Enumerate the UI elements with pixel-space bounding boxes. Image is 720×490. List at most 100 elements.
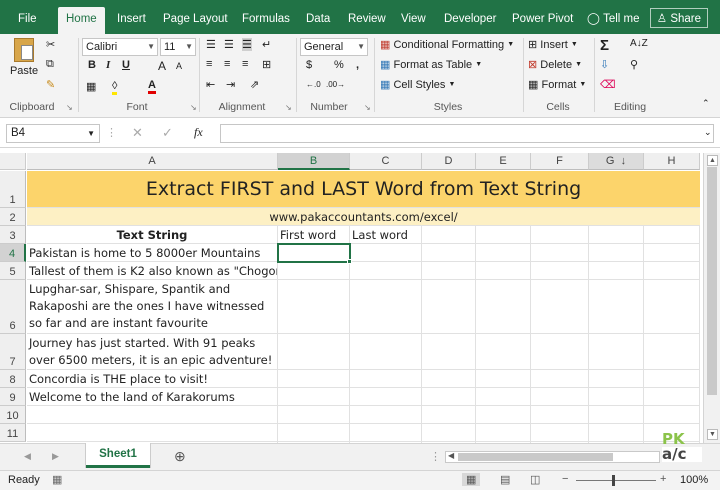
scroll-left-icon[interactable]: ◀ — [448, 451, 454, 460]
decrease-decimal-icon[interactable]: .00→ — [326, 80, 345, 89]
cell-styles-button[interactable]: ▦ Cell Styles ▼ — [380, 78, 455, 92]
insert-function-icon[interactable]: fx — [194, 125, 203, 140]
text-string-cell[interactable]: Tallest of them is K2 also known as "Cho… — [27, 262, 278, 280]
row-header-5[interactable]: 5 — [0, 262, 26, 280]
sheet-tab-sheet1[interactable]: Sheet1 — [86, 443, 150, 468]
row-header-9[interactable]: 9 — [0, 388, 26, 406]
copy-icon[interactable]: ⧉ — [46, 58, 54, 71]
prev-sheet-icon[interactable]: ◀ — [24, 451, 31, 462]
text-string-cell[interactable]: Lupghar-sar, Shispare, Spantik and Rakap… — [27, 280, 278, 334]
bold-button[interactable]: B — [88, 59, 96, 71]
find-select-icon[interactable]: ⚲ — [630, 58, 638, 71]
zoom-slider[interactable] — [576, 480, 656, 481]
number-launcher-icon[interactable]: ↘ — [364, 103, 371, 112]
tab-power-pivot[interactable]: Power Pivot — [512, 8, 573, 34]
text-string-cell[interactable]: Welcome to the land of Karakorums — [27, 388, 278, 406]
tab-home[interactable]: Home — [58, 7, 105, 34]
tab-developer[interactable]: Developer — [444, 8, 496, 34]
percent-button[interactable]: % — [334, 59, 344, 71]
format-as-table-button[interactable]: ▦ Format as Table ▼ — [380, 58, 482, 72]
increase-decimal-icon[interactable]: ←.0 — [306, 80, 321, 89]
insert-cells-button[interactable]: ⊞ Insert ▼ — [528, 38, 578, 52]
font-color-icon[interactable]: A — [148, 79, 156, 94]
share-button[interactable]: ♙ Share — [649, 8, 708, 28]
expand-formula-icon[interactable]: ⌄ — [704, 127, 712, 138]
fill-color-icon[interactable]: ◊ — [112, 80, 118, 95]
font-size-dropdown[interactable]: 11 ▼ — [160, 38, 196, 56]
column-header-b[interactable]: B — [278, 153, 350, 170]
header-text-string[interactable]: Text String — [27, 226, 278, 244]
worksheet-grid[interactable]: A B C D E F G ↓ H 1 2 3 4 5 6 7 8 9 10 1… — [0, 153, 702, 443]
row-header-6[interactable]: 6 — [0, 280, 26, 334]
tab-review[interactable]: Review — [348, 8, 386, 34]
horizontal-scroll-thumb[interactable] — [458, 453, 613, 461]
zoom-out-icon[interactable]: − — [562, 473, 568, 485]
comma-button[interactable]: , — [356, 59, 359, 71]
tell-me-search[interactable]: ◯︎ Tell me — [587, 8, 640, 34]
name-box[interactable]: B4 ▼ — [6, 124, 100, 143]
font-name-dropdown[interactable]: Calibri ▼ — [82, 38, 158, 56]
delete-cells-button[interactable]: ⊠ Delete ▼ — [528, 58, 582, 72]
zoom-in-icon[interactable]: + — [660, 473, 666, 485]
align-left-icon[interactable]: ≡ — [206, 58, 212, 70]
row-header-8[interactable]: 8 — [0, 370, 26, 388]
tab-insert[interactable]: Insert — [117, 8, 146, 34]
header-first-word[interactable]: First word — [278, 226, 350, 244]
sheet-title[interactable]: Extract FIRST and LAST Word from Text St… — [27, 171, 700, 208]
font-launcher-icon[interactable]: ↘ — [190, 103, 197, 112]
autosum-icon[interactable]: Σ — [600, 37, 609, 54]
page-layout-view-icon[interactable]: ▤ — [500, 473, 510, 486]
shrink-font-button[interactable]: A — [176, 61, 182, 71]
column-header-a[interactable]: A — [27, 153, 278, 170]
tab-formulas[interactable]: Formulas — [242, 8, 290, 34]
orientation-icon[interactable]: ⇗ — [250, 78, 259, 91]
scroll-down-icon[interactable]: ▼ — [707, 429, 718, 440]
text-string-cell[interactable]: Concordia is THE place to visit! — [27, 370, 278, 388]
confirm-icon[interactable]: ✓ — [162, 125, 173, 141]
tab-file[interactable]: File — [18, 8, 37, 34]
next-sheet-icon[interactable]: ▶ — [52, 451, 59, 462]
align-top-icon[interactable]: ☰ — [206, 38, 216, 51]
number-format-dropdown[interactable]: General ▼ — [300, 38, 368, 56]
italic-button[interactable]: I — [106, 59, 110, 71]
text-string-cell[interactable]: Journey has just started. With 91 peaks … — [27, 334, 278, 370]
collapse-ribbon-icon[interactable]: ⌃ — [702, 98, 710, 109]
row-header-7[interactable]: 7 — [0, 334, 26, 370]
borders-icon[interactable]: ▦ — [86, 80, 96, 93]
fill-icon[interactable]: ⇩ — [600, 58, 609, 71]
sheet-url[interactable]: www.pakaccountants.com/excel/ — [27, 208, 700, 226]
page-break-view-icon[interactable]: ◫ — [530, 473, 540, 486]
horizontal-scrollbar[interactable]: ◀ — [445, 451, 660, 463]
paste-button[interactable]: Paste — [10, 38, 38, 77]
tab-data[interactable]: Data — [306, 8, 330, 34]
row-header-3[interactable]: 3 — [0, 226, 26, 244]
row-header-10[interactable]: 10 — [0, 406, 26, 424]
vertical-scrollbar[interactable]: ▲ ▼ — [703, 153, 720, 443]
format-painter-icon[interactable]: ✎ — [46, 78, 55, 91]
table-row[interactable] — [422, 226, 700, 244]
increase-indent-icon[interactable]: ⇥ — [226, 78, 235, 91]
normal-view-icon[interactable]: ▦ — [462, 473, 481, 486]
select-all-button[interactable] — [0, 153, 26, 170]
zoom-slider-handle[interactable] — [612, 475, 615, 486]
zoom-level[interactable]: 100% — [680, 474, 708, 486]
underline-button[interactable]: U — [122, 59, 130, 71]
grow-font-button[interactable]: A — [158, 59, 166, 73]
column-header-e[interactable]: E — [476, 153, 531, 170]
align-center-icon[interactable]: ≡ — [224, 58, 230, 70]
conditional-formatting-button[interactable]: ▦ Conditional Formatting ▼ — [380, 38, 514, 52]
fill-handle[interactable] — [347, 259, 352, 264]
add-sheet-icon[interactable]: ⊕ — [174, 448, 186, 465]
column-header-g[interactable]: G ↓ — [589, 153, 644, 170]
formula-input[interactable] — [220, 124, 714, 143]
cancel-icon[interactable]: ✕ — [132, 125, 143, 141]
cut-icon[interactable]: ✂ — [46, 38, 55, 51]
column-header-c[interactable]: C — [350, 153, 422, 170]
row-header-4[interactable]: 4 — [0, 244, 26, 262]
wrap-text-icon[interactable]: ↵ — [262, 38, 271, 51]
vertical-scroll-thumb[interactable] — [707, 167, 717, 395]
format-cells-button[interactable]: ▦ Format ▼ — [528, 78, 586, 92]
decrease-indent-icon[interactable]: ⇤ — [206, 78, 215, 91]
clipboard-launcher-icon[interactable]: ↘ — [66, 103, 73, 112]
tab-view[interactable]: View — [401, 8, 426, 34]
